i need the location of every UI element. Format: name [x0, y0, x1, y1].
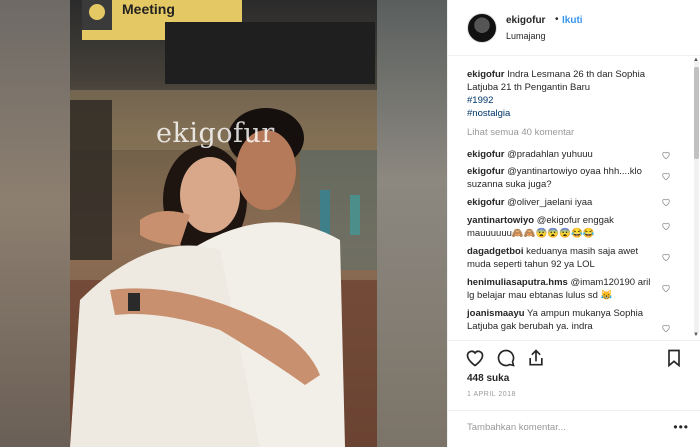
like-heart-icon[interactable] — [465, 348, 485, 368]
comment: henimuliasaputra.hms @imam120190 aril lg… — [467, 276, 657, 302]
comment-bubble-icon[interactable] — [496, 348, 516, 368]
action-bar — [448, 340, 700, 373]
scrollbar-thumb[interactable] — [694, 67, 699, 159]
instagram-post-modal: Meeting ekigofur ekigofur • Ikuti Lumaja… — [0, 0, 700, 447]
caption: ekigofur Indra Lesmana 26 th dan Sophia … — [467, 68, 672, 120]
scroll-up-icon[interactable]: ▲ — [693, 57, 699, 63]
comment-text: @pradahlan yuhuuu — [507, 149, 593, 160]
post-photo[interactable]: Meeting ekigofur — [70, 0, 377, 447]
comment: dagadgetboi keduanya masih saja awet mud… — [467, 245, 657, 271]
comment-username[interactable]: yantinartowiyo — [467, 215, 534, 226]
avatar[interactable] — [467, 13, 497, 43]
comment: yantinartowiyo @ekigofur enggak mauuuuuu… — [467, 214, 657, 240]
heart-icon[interactable] — [661, 150, 671, 160]
add-comment-input[interactable] — [467, 422, 667, 433]
comment-username[interactable]: henimuliasaputra.hms — [467, 277, 568, 288]
heart-icon[interactable] — [661, 197, 671, 207]
owner-username[interactable]: ekigofur — [506, 15, 545, 26]
comment-username[interactable]: dagadgetboi — [467, 246, 523, 257]
heart-icon[interactable] — [661, 171, 671, 181]
blurred-backdrop-left — [0, 0, 70, 447]
blurred-backdrop-right — [377, 0, 447, 447]
post-side-panel: ekigofur • Ikuti Lumajang ekigofur Indra… — [447, 0, 700, 447]
comment: ekigofur @oliver_jaelani iyaa — [467, 196, 657, 209]
scroll-down-icon[interactable]: ▼ — [693, 332, 699, 338]
hashtag-link[interactable]: #1992 — [467, 94, 672, 107]
share-icon[interactable] — [526, 348, 546, 368]
ellipsis-icon[interactable]: ••• — [673, 420, 689, 434]
heart-icon[interactable] — [661, 323, 671, 333]
comment: ekigofur @yantinartowiyo oyaa hhh....klo… — [467, 165, 657, 191]
view-all-comments-link[interactable]: Lihat semua 40 komentar — [467, 127, 574, 138]
comment: joanismaayu Ya ampun mukanya Sophia Latj… — [467, 307, 657, 333]
comments-section[interactable]: ekigofur Indra Lesmana 26 th dan Sophia … — [448, 57, 700, 340]
comment: ekigofur @pradahlan yuhuuu — [467, 148, 657, 161]
photo-illustration: Meeting — [70, 0, 377, 447]
bookmark-icon[interactable] — [664, 348, 684, 368]
heart-icon[interactable] — [661, 252, 671, 262]
caption-username[interactable]: ekigofur — [467, 69, 504, 80]
follow-button[interactable]: Ikuti — [562, 15, 583, 26]
add-comment-bar: ••• — [448, 410, 700, 447]
separator-dot: • — [555, 14, 559, 25]
post-date: 1 APRIL 2018 — [467, 391, 516, 398]
heart-icon[interactable] — [661, 221, 671, 231]
comment-text: @oliver_jaelani iyaa — [507, 197, 593, 208]
likes-count[interactable]: 448 suka — [467, 373, 509, 384]
comment-username[interactable]: ekigofur — [467, 166, 504, 177]
comment-username[interactable]: joanismaayu — [467, 308, 525, 319]
photo-watermark: ekigofur — [156, 118, 275, 149]
meeting-sign-text: Meeting — [122, 1, 175, 17]
location-link[interactable]: Lumajang — [506, 31, 546, 41]
comment-username[interactable]: ekigofur — [467, 149, 504, 160]
hashtag-link[interactable]: #nostalgia — [467, 107, 672, 120]
post-header: ekigofur • Ikuti Lumajang — [448, 0, 700, 56]
comment-username[interactable]: ekigofur — [467, 197, 504, 208]
heart-icon[interactable] — [661, 283, 671, 293]
